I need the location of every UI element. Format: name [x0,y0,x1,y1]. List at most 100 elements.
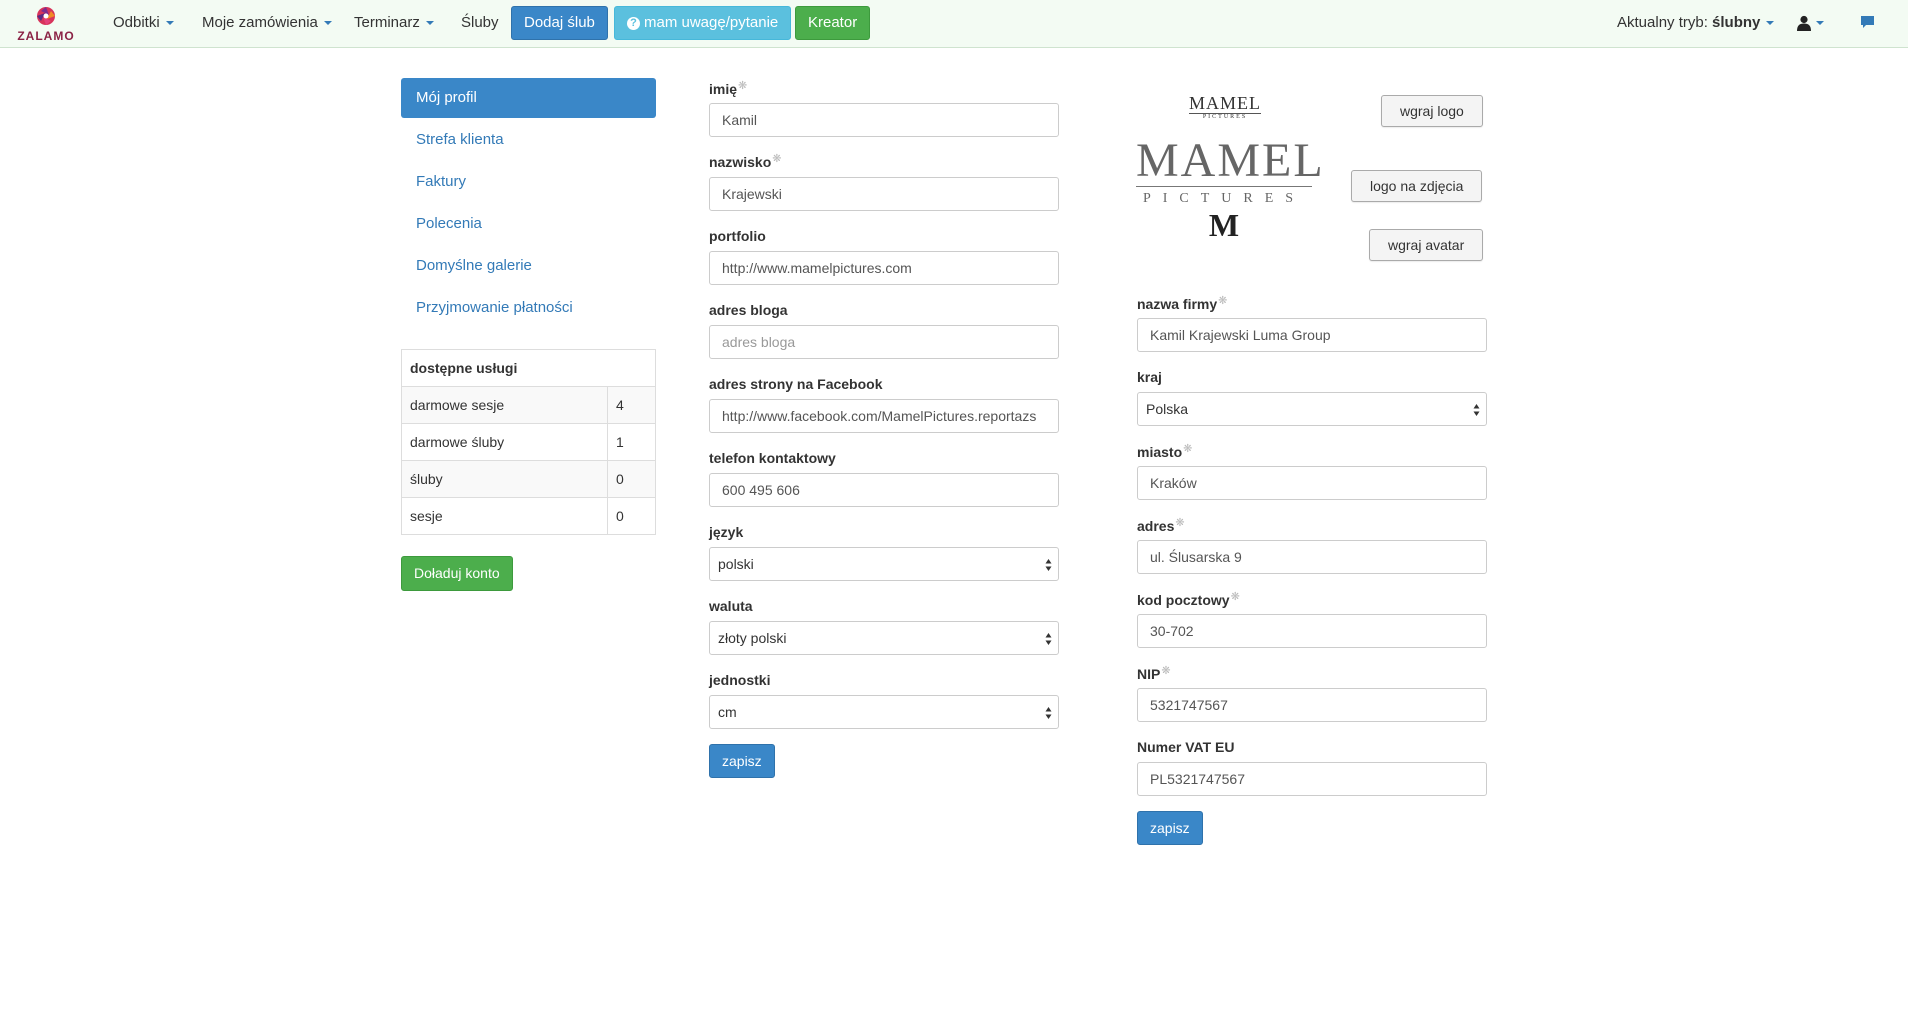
company-name-label: nazwa firmy❋ [1137,295,1228,312]
nip-input[interactable] [1137,688,1487,722]
first-name-label: imię❋ [709,80,748,97]
units-select[interactable]: cm [709,695,1059,729]
sidebar-item-default-galleries[interactable]: Domyślne galerie [401,246,656,286]
top-navbar: ZALAMO Odbitki Moje zamówienia Terminarz… [0,0,1908,48]
required-asterisk-icon: ❋ [772,153,782,165]
blog-input[interactable] [709,325,1059,359]
big-logo-mark: M [1208,207,1240,243]
chat-bubble-icon[interactable] [1860,15,1875,29]
phone-label: telefon kontaktowy [709,450,836,466]
nav-orders-dropdown[interactable]: Moje zamówienia [202,0,332,46]
currency-label: waluta [709,598,753,614]
nav-odbitki-label: Odbitki [113,14,160,31]
photo-logo-button[interactable]: logo na zdjęcia [1351,170,1483,202]
language-label: język [709,524,744,540]
required-asterisk-icon: ❋ [1218,295,1228,307]
services-table-header: dostępne usługi [401,349,656,387]
select-arrows-icon [1045,559,1052,571]
country-select[interactable]: Polska [1137,392,1487,426]
nav-calendar-dropdown[interactable]: Terminarz [354,0,434,46]
facebook-input[interactable] [709,399,1059,433]
nip-label: NIP❋ [1137,665,1171,682]
service-name: śluby [401,460,608,498]
units-label: jednostki [709,672,771,688]
required-asterisk-icon: ❋ [738,80,748,92]
caret-down-icon [165,21,174,26]
small-logo-title: MAMEL [1189,93,1261,113]
first-name-input[interactable] [709,103,1059,137]
creator-button[interactable]: Kreator [795,6,871,40]
big-logo-subtitle: PICTURES [1136,186,1312,207]
nav-orders-label: Moje zamówienia [202,14,318,31]
mode-dropdown[interactable]: Aktualny tryb: ślubny [1617,0,1775,46]
company-save-button[interactable]: zapisz [1137,811,1203,845]
caret-down-icon [323,21,332,26]
sidebar-item-referrals[interactable]: Polecenia [401,204,656,244]
mode-value: ślubny [1712,14,1761,31]
sidebar-item-invoices[interactable]: Faktury [401,162,656,202]
postal-code-input[interactable] [1137,614,1487,648]
services-table: dostępne usługi darmowe sesje 4 darmowe … [401,349,656,535]
language-value: polski [718,556,754,572]
company-name-input[interactable] [1137,318,1487,352]
select-arrows-icon [1045,707,1052,719]
required-asterisk-icon: ❋ [1230,591,1240,603]
upload-logo-button[interactable]: wgraj logo [1381,95,1483,127]
select-arrows-icon [1045,633,1052,645]
feedback-label: mam uwagę/pytanie [644,14,779,31]
service-count: 4 [607,386,656,424]
photo-logo-preview: MAMEL PICTURES M [1136,134,1325,243]
caret-down-icon [425,21,434,26]
table-row: sesje 0 [401,497,656,535]
country-value: Polska [1146,401,1189,417]
nav-calendar-label: Terminarz [354,14,420,31]
required-asterisk-icon: ❋ [1183,443,1193,455]
address-input[interactable] [1137,540,1487,574]
user-icon[interactable] [1796,15,1812,31]
portfolio-label: portfolio [709,228,766,244]
big-logo-title: MAMEL [1136,134,1325,187]
nav-odbitki-dropdown[interactable]: Odbitki [113,0,174,46]
blog-label: adres bloga [709,302,788,318]
facebook-label: adres strony na Facebook [709,376,883,392]
service-count: 0 [607,460,656,498]
aperture-logo-icon [37,7,55,25]
country-label: kraj [1137,369,1162,385]
address-label: adres❋ [1137,517,1185,534]
last-name-input[interactable] [709,177,1059,211]
required-asterisk-icon: ❋ [1175,517,1185,529]
small-logo-preview: MAMEL PICTURES [1189,94,1261,120]
service-count: 1 [607,423,656,461]
topup-account-button[interactable]: Doładuj konto [401,556,513,591]
city-input[interactable] [1137,466,1487,500]
profile-save-button[interactable]: zapisz [709,744,775,778]
required-asterisk-icon: ❋ [1161,665,1171,677]
sidebar-item-client-zone[interactable]: Strefa klienta [401,120,656,160]
vat-eu-label: Numer VAT EU [1137,739,1235,755]
feedback-button[interactable]: ? mam uwagę/pytanie [614,6,792,40]
logo-text: ZALAMO [17,29,75,43]
currency-value: złoty polski [718,630,787,646]
language-select[interactable]: polski [709,547,1059,581]
upload-avatar-button[interactable]: wgraj avatar [1369,229,1484,261]
table-row: darmowe sesje 4 [401,386,656,424]
question-circle-icon: ? [627,17,640,30]
nav-weddings-link[interactable]: Śluby [461,0,499,46]
sidebar-item-payments[interactable]: Przyjmowanie płatności [401,288,656,328]
table-row: darmowe śluby 1 [401,423,656,461]
last-name-label: nazwisko❋ [709,153,782,170]
currency-select[interactable]: złoty polski [709,621,1059,655]
sidebar-item-my-profile[interactable]: Mój profil [401,78,656,118]
add-wedding-button[interactable]: Dodaj ślub [511,6,608,40]
table-row: śluby 0 [401,460,656,498]
postal-code-label: kod pocztowy❋ [1137,591,1240,608]
mode-label: Aktualny tryb: [1617,14,1708,31]
select-arrows-icon [1473,404,1480,416]
user-menu-caret-icon[interactable] [1816,21,1824,25]
vat-eu-input[interactable] [1137,762,1487,796]
service-name: sesje [401,497,608,535]
phone-input[interactable] [709,473,1059,507]
units-value: cm [718,704,737,720]
zalamo-logo[interactable]: ZALAMO [6,4,86,44]
portfolio-input[interactable] [709,251,1059,285]
